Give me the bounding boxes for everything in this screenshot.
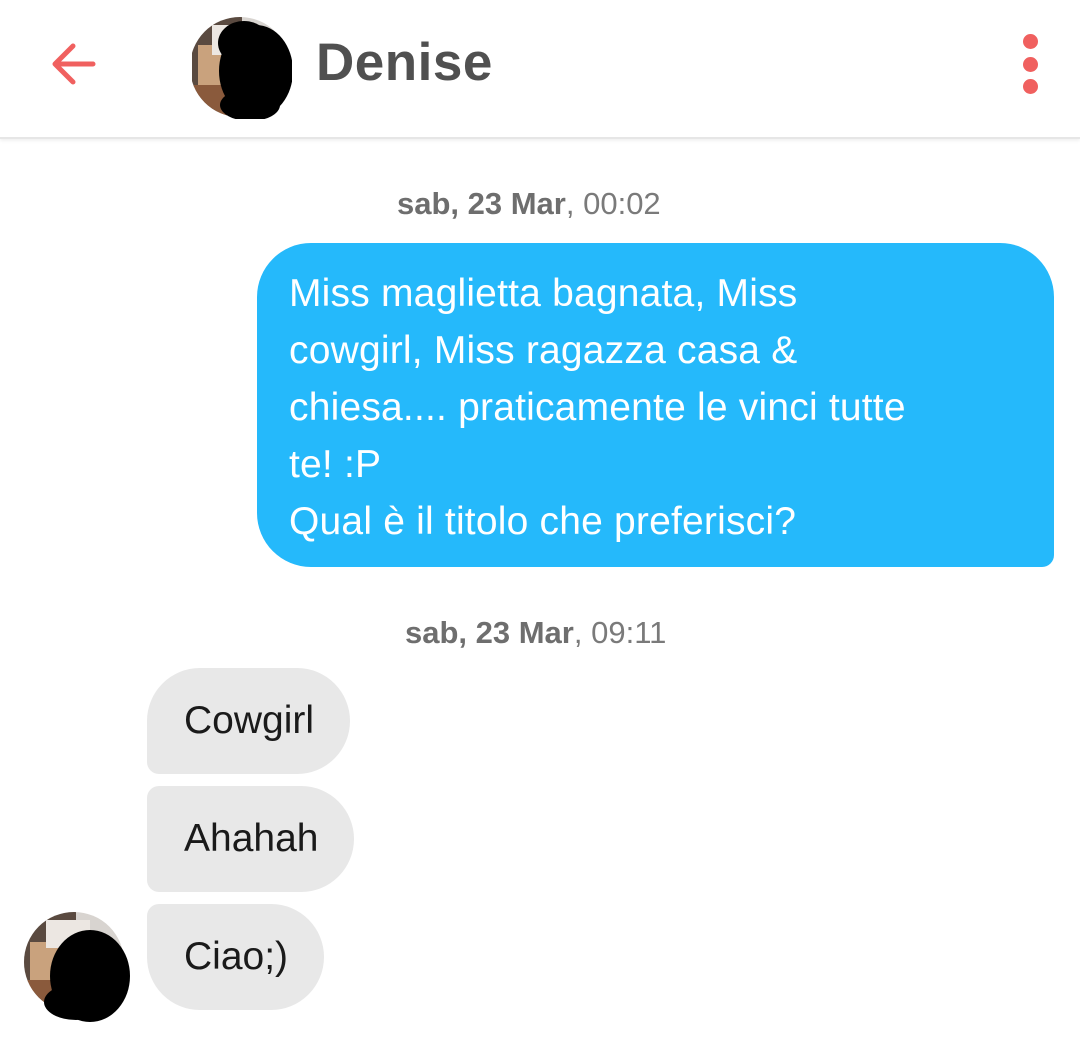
message-timestamp: sab, 23 Mar, 00:02 <box>397 186 661 222</box>
timestamp-day: sab, 23 Mar <box>397 186 566 221</box>
incoming-message-bubble[interactable]: Ahahah <box>147 786 355 892</box>
menu-dot <box>1022 56 1038 72</box>
contact-avatar[interactable] <box>192 15 293 121</box>
message-timestamp: sab, 23 Mar, 09:11 <box>405 615 666 651</box>
back-button[interactable] <box>44 30 104 98</box>
timestamp-time: , 00:02 <box>565 186 661 221</box>
outgoing-message-bubble[interactable]: Miss maglietta bagnata, Miss cowgirl, Mi… <box>257 243 1054 567</box>
timestamp-day: sab, 23 Mar <box>405 615 574 650</box>
menu-dot <box>1022 79 1038 94</box>
chat-header: Denise <box>0 0 1080 139</box>
sender-avatar[interactable] <box>24 910 132 1022</box>
arrow-left-icon <box>52 43 96 85</box>
more-options-button[interactable] <box>1008 30 1052 98</box>
contact-name[interactable]: Denise <box>316 30 493 96</box>
incoming-message-bubble[interactable]: Cowgirl <box>147 668 351 774</box>
incoming-message-bubble[interactable]: Ciao;) <box>147 904 325 1010</box>
more-vertical-icon <box>1022 34 1038 49</box>
timestamp-time: , 09:11 <box>573 615 667 650</box>
